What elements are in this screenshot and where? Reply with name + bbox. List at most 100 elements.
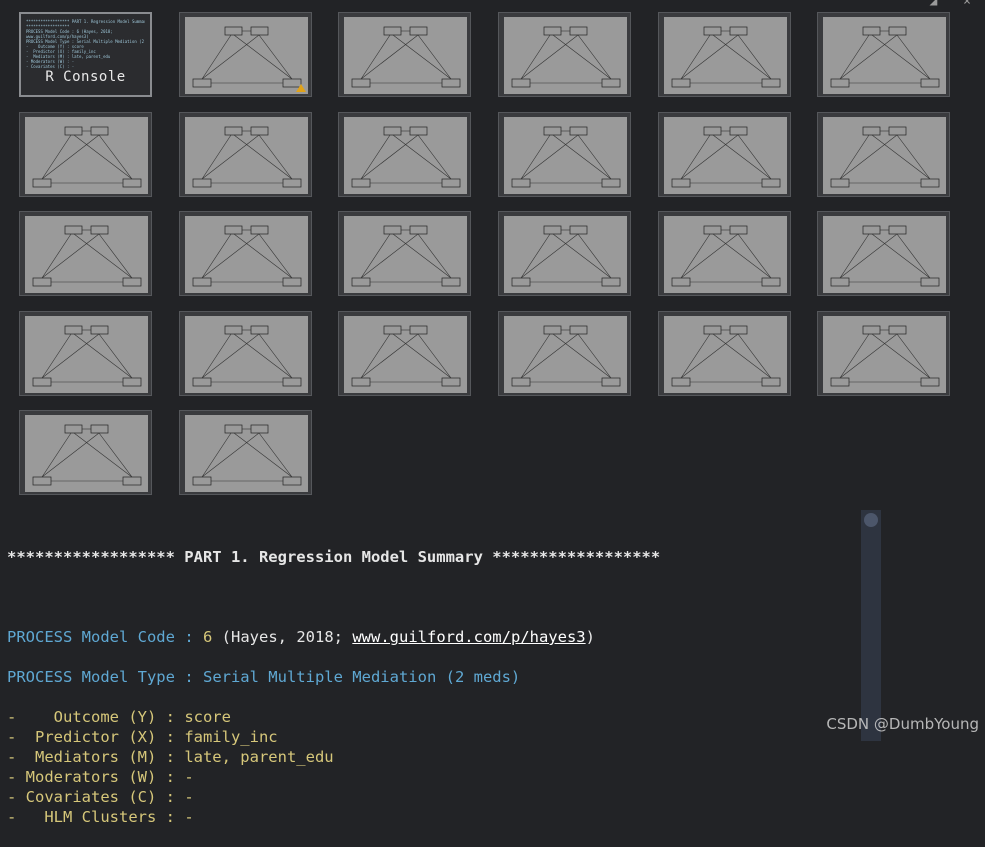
diagram-path bbox=[680, 134, 739, 180]
diagram-path bbox=[896, 34, 931, 80]
diagram-node bbox=[351, 178, 371, 188]
diagram-path bbox=[201, 134, 232, 180]
plot-thumbnail[interactable] bbox=[658, 112, 791, 197]
diagram-node bbox=[64, 126, 83, 136]
diagram-path bbox=[258, 34, 293, 80]
plot-thumbnail[interactable] bbox=[817, 12, 950, 97]
diagram-node bbox=[920, 178, 940, 188]
mediation-diagram bbox=[664, 316, 787, 393]
diagram-path bbox=[360, 233, 391, 279]
diagram-path bbox=[737, 333, 772, 379]
diagram-node bbox=[920, 377, 940, 387]
plot-thumbnail[interactable] bbox=[19, 211, 152, 296]
variable-rows: - Outcome (Y) : score - Predictor (X) : f… bbox=[7, 707, 660, 827]
diagram-path bbox=[577, 34, 612, 80]
diagram-node bbox=[830, 277, 850, 287]
variable-value: - bbox=[184, 808, 194, 826]
diagram-path bbox=[360, 333, 419, 379]
diagram-path bbox=[839, 134, 870, 180]
mediation-diagram bbox=[25, 216, 148, 293]
diagram-path bbox=[201, 134, 260, 180]
model-type-line: PROCESS Model Type : Serial Multiple Med… bbox=[7, 668, 521, 686]
diagram-path bbox=[360, 134, 391, 180]
diagram-path bbox=[360, 233, 419, 279]
mediation-diagram bbox=[504, 117, 627, 194]
plot-thumbnail[interactable] bbox=[19, 112, 152, 197]
diagram-path bbox=[680, 333, 739, 379]
diagram-path bbox=[896, 333, 931, 379]
plot-thumbnail[interactable] bbox=[817, 112, 950, 197]
diagram-path bbox=[233, 333, 293, 379]
vertical-scrollbar[interactable] bbox=[861, 510, 881, 741]
diagram-node bbox=[409, 225, 428, 235]
plot-thumbnail[interactable] bbox=[658, 12, 791, 97]
diagram-path bbox=[839, 134, 898, 180]
mediation-diagram bbox=[25, 415, 148, 492]
diagram-path bbox=[233, 34, 293, 80]
r-console-thumbnail[interactable]: ****************** PART 1. Regression Mo… bbox=[19, 12, 152, 97]
diagram-node bbox=[192, 277, 212, 287]
diagram-node bbox=[383, 325, 402, 335]
diagram-node bbox=[383, 126, 402, 136]
diagram-path bbox=[896, 233, 931, 279]
mediation-diagram bbox=[185, 17, 308, 94]
plot-thumbnail[interactable] bbox=[817, 211, 950, 296]
plot-thumbnail[interactable] bbox=[179, 311, 312, 396]
plot-thumbnail[interactable] bbox=[19, 311, 152, 396]
plot-thumbnail[interactable] bbox=[817, 311, 950, 396]
diagram-path bbox=[98, 432, 133, 478]
diagram-node bbox=[543, 26, 562, 36]
plot-thumbnail[interactable] bbox=[658, 311, 791, 396]
plot-thumbnail[interactable] bbox=[498, 112, 631, 197]
diagram-node bbox=[920, 277, 940, 287]
diagram-path bbox=[417, 34, 452, 80]
plot-thumbnail-grid: ****************** PART 1. Regression Mo… bbox=[0, 0, 985, 500]
diagram-node bbox=[90, 126, 109, 136]
plot-thumbnail[interactable] bbox=[179, 410, 312, 495]
plot-thumbnail[interactable] bbox=[338, 12, 471, 97]
variable-value: late, parent_edu bbox=[184, 748, 334, 766]
plot-thumbnail[interactable] bbox=[498, 311, 631, 396]
diagram-path bbox=[258, 134, 293, 180]
diagram-node bbox=[351, 377, 371, 387]
plot-thumbnail[interactable] bbox=[19, 410, 152, 495]
variable-row: - Mediators (M) : late, parent_edu bbox=[7, 748, 334, 766]
diagram-path bbox=[520, 134, 551, 180]
diagram-node bbox=[862, 126, 881, 136]
diagram-node bbox=[729, 126, 748, 136]
console-label: R Console bbox=[45, 69, 126, 85]
diagram-path bbox=[839, 333, 898, 379]
guilford-link[interactable]: www.guilford.com/p/hayes3 bbox=[352, 628, 585, 646]
plot-thumbnail[interactable] bbox=[179, 112, 312, 197]
plot-thumbnail[interactable] bbox=[338, 211, 471, 296]
diagram-path bbox=[520, 233, 551, 279]
diagram-node bbox=[601, 78, 621, 88]
diagram-node bbox=[250, 424, 269, 434]
diagram-node bbox=[703, 225, 722, 235]
mediation-diagram bbox=[504, 216, 627, 293]
diagram-path bbox=[680, 233, 739, 279]
diagram-node bbox=[601, 277, 621, 287]
plot-thumbnail[interactable] bbox=[338, 112, 471, 197]
plot-thumbnail[interactable] bbox=[179, 12, 312, 97]
scrollbar-thumb[interactable] bbox=[864, 513, 878, 527]
diagram-node bbox=[761, 277, 781, 287]
mediation-diagram bbox=[25, 316, 148, 393]
diagram-path bbox=[98, 333, 133, 379]
diagram-path bbox=[258, 233, 293, 279]
plot-thumbnail[interactable] bbox=[498, 211, 631, 296]
diagram-node bbox=[383, 225, 402, 235]
diagram-node bbox=[90, 424, 109, 434]
plot-thumbnail[interactable] bbox=[338, 311, 471, 396]
diagram-node bbox=[601, 377, 621, 387]
plot-thumbnail[interactable] bbox=[179, 211, 312, 296]
diagram-node bbox=[703, 26, 722, 36]
plot-thumbnail[interactable] bbox=[658, 211, 791, 296]
model-code-label: PROCESS Model Code bbox=[7, 628, 175, 646]
diagram-node bbox=[192, 178, 212, 188]
diagram-node bbox=[830, 178, 850, 188]
diagram-path bbox=[201, 233, 260, 279]
plot-thumbnail[interactable] bbox=[498, 12, 631, 97]
warning-icon bbox=[296, 84, 306, 92]
diagram-path bbox=[258, 333, 293, 379]
